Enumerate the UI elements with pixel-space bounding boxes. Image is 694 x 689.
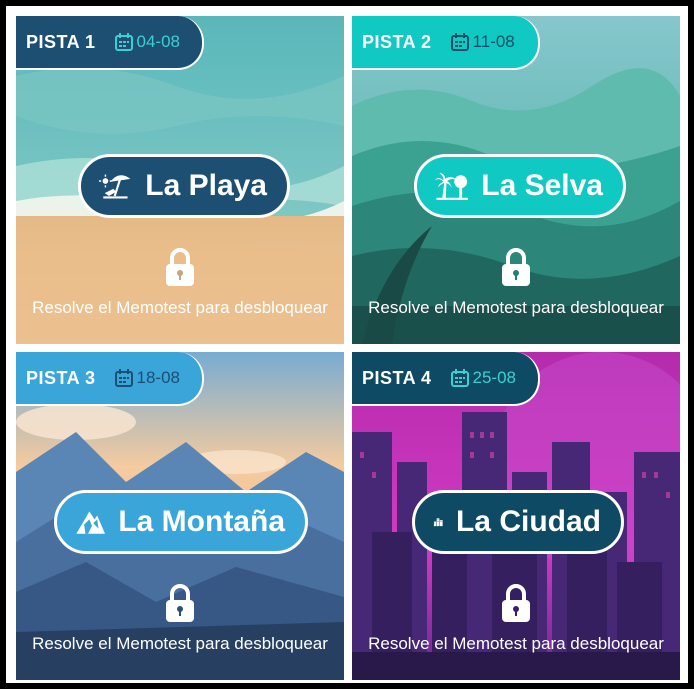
date-label: 18-08	[136, 368, 180, 387]
date-label: 04-08	[136, 32, 180, 51]
track-title-pill[interactable]: La Playa	[78, 154, 290, 218]
track-card-la-selva[interactable]: PISTA 2 11-08 La Selva Resolve el Memote…	[352, 16, 680, 344]
pista-label: PISTA 1	[26, 31, 96, 52]
track-title: La Selva	[481, 169, 603, 202]
track-card-la-montana[interactable]: PISTA 3 18-08 La Montaña Resolve el Memo…	[16, 352, 344, 680]
track-title-pill[interactable]: La Montaña	[54, 490, 308, 554]
calendar-icon	[450, 369, 469, 387]
track-title: La Playa	[145, 169, 267, 202]
pista-tab: PISTA 3 18-08	[16, 352, 204, 406]
lock-icon	[166, 584, 194, 622]
pista-label: PISTA 2	[362, 31, 432, 52]
date-label: 11-08	[472, 32, 515, 51]
date-label: 25-08	[472, 368, 516, 387]
track-title: La Ciudad	[455, 505, 601, 538]
tracks-grid: PISTA 1 04-08 La Playa Resolve el Memote…	[6, 6, 688, 683]
palm-tree-icon	[435, 173, 468, 200]
calendar-icon	[450, 33, 469, 51]
calendar-icon	[114, 369, 133, 387]
beach-umbrella-icon	[99, 174, 131, 199]
unlock-hint: Resolve el Memotest para desbloquear	[32, 298, 328, 317]
unlock-hint: Resolve el Memotest para desbloquear	[368, 634, 664, 653]
pista-label: PISTA 4	[362, 367, 432, 388]
pista-tab: PISTA 1 04-08	[16, 16, 204, 70]
track-card-la-ciudad[interactable]: PISTA 4 25-08 La Ciudad Resolve el Memot…	[352, 352, 680, 680]
unlock-hint: Resolve el Memotest para desbloquear	[368, 298, 664, 317]
unlock-hint: Resolve el Memotest para desbloquear	[32, 634, 328, 653]
pista-label: PISTA 3	[26, 367, 96, 388]
lock-icon	[166, 248, 194, 286]
lock-icon	[502, 584, 530, 622]
lock-icon	[502, 248, 530, 286]
mountain-icon	[76, 511, 106, 534]
pista-tab: PISTA 4 25-08	[352, 352, 540, 406]
track-title-pill[interactable]: La Ciudad	[412, 490, 624, 554]
track-title-pill[interactable]: La Selva	[414, 154, 626, 218]
city-buildings-icon	[433, 518, 443, 527]
pista-tab: PISTA 2 11-08	[352, 16, 540, 70]
calendar-icon	[114, 33, 133, 51]
track-title: La Montaña	[118, 505, 285, 538]
track-card-la-playa[interactable]: PISTA 1 04-08 La Playa Resolve el Memote…	[16, 16, 344, 344]
